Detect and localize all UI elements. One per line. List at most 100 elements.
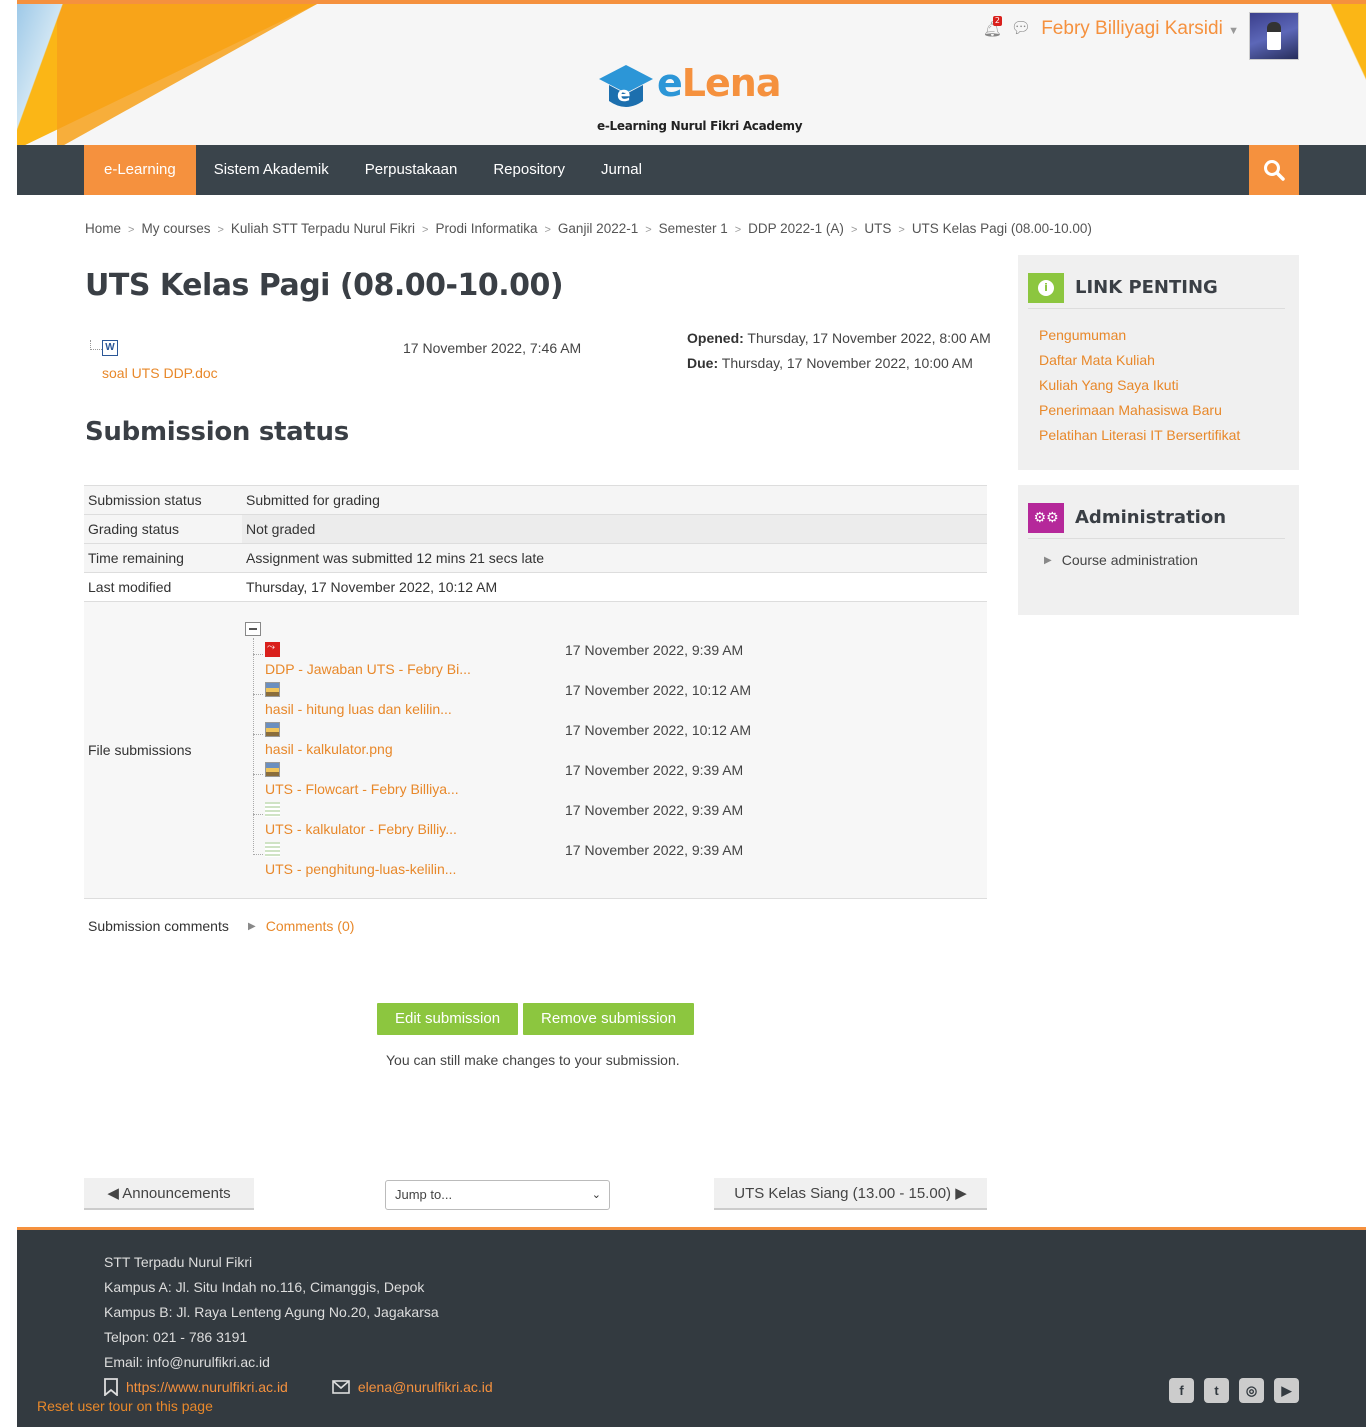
comments-link[interactable]: Comments (0): [266, 918, 355, 934]
file-link[interactable]: DDP - Jawaban UTS - Febry Bi...: [265, 661, 471, 677]
breadcrumb-my-courses[interactable]: My courses: [141, 221, 210, 239]
email-link[interactable]: elena@nurulfikri.ac.id: [332, 1378, 493, 1396]
site-logo[interactable]: e eLena e-Learning Nurul Fikri Academy: [597, 59, 803, 139]
collapse-icon[interactable]: [245, 622, 261, 636]
chevron-right-icon: >: [217, 224, 224, 236]
remove-submission-button[interactable]: Remove submission: [523, 1003, 695, 1035]
course-administration-item[interactable]: ▶ Course administration: [1044, 552, 1198, 568]
file-link[interactable]: UTS - Flowcart - Febry Billiya...: [265, 781, 459, 797]
jump-to-select[interactable]: Jump to... ⌄: [385, 1180, 610, 1210]
submission-comments: Submission comments ▶ Comments (0): [88, 918, 354, 934]
edit-submission-button[interactable]: Edit submission: [377, 1003, 519, 1035]
breadcrumb-ganjil[interactable]: Ganjil 2022-1: [558, 221, 638, 239]
breadcrumb: Home > My courses > Kuliah STT Terpadu Nur…: [85, 221, 1092, 239]
nav-item-perpustakaan[interactable]: Perpustakaan: [347, 145, 476, 195]
chevron-right-icon: >: [850, 224, 858, 236]
previous-activity-link[interactable]: ◀ Announcements: [84, 1178, 254, 1210]
comments-label: Submission comments: [88, 918, 229, 934]
sidebar-link-kuliah-yang-saya-ikuti[interactable]: Kuliah Yang Saya Ikuti: [1039, 373, 1240, 398]
row-label: Last modified: [84, 572, 242, 602]
submission-note: You can still make changes to your submi…: [386, 1052, 680, 1068]
website-link[interactable]: https://www.nurulfikri.ac.id: [104, 1378, 288, 1396]
word-document-icon: W: [102, 340, 118, 356]
footer-line: Kampus B: Jl. Raya Lenteng Agung No.20, …: [104, 1304, 439, 1320]
breadcrumb-kuliah[interactable]: Kuliah STT Terpadu Nurul Fikri: [231, 221, 415, 239]
messages-icon[interactable]: 💬︎: [1011, 18, 1031, 37]
sidebar-link-penerimaan-mahasiswa-baru[interactable]: Penerimaan Mahasiswa Baru: [1039, 398, 1240, 423]
chevron-right-icon: >: [734, 224, 742, 236]
file-link[interactable]: hasil - kalkulator.png: [265, 741, 393, 757]
block-title: LINK PENTING: [1075, 277, 1218, 298]
list-item: UTS - kalkulator - Febry Billiy... 17 No…: [253, 802, 813, 842]
file-date: 17 November 2022, 9:39 AM: [565, 802, 744, 818]
file-link[interactable]: UTS - penghitung-luas-kelilin...: [265, 861, 456, 877]
site-footer: STT Terpadu Nurul Fikri Kampus A: Jl. Si…: [17, 1227, 1366, 1427]
youtube-icon[interactable]: ▶: [1274, 1378, 1299, 1403]
chevron-right-icon: >: [422, 224, 429, 236]
file-link[interactable]: UTS - kalkulator - Febry Billiy...: [265, 821, 457, 837]
logo-text: eLena: [657, 61, 781, 105]
chevron-right-icon: >: [544, 224, 551, 236]
breadcrumb-uts[interactable]: UTS: [864, 221, 891, 239]
logo-subtitle: e-Learning Nurul Fikri Academy: [597, 119, 803, 133]
pdf-icon: [265, 642, 280, 657]
file-link[interactable]: hasil - hitung luas dan kelilin...: [265, 701, 452, 717]
file-date: 17 November 2022, 10:12 AM: [565, 722, 752, 738]
row-label: Time remaining: [84, 543, 242, 573]
expand-triangle-icon[interactable]: ▶: [248, 921, 256, 932]
nav-item-repository[interactable]: Repository: [475, 145, 583, 195]
breadcrumb-prodi[interactable]: Prodi Informatika: [435, 221, 537, 239]
expand-triangle-icon: ▶: [1044, 554, 1052, 566]
footer-line: Kampus A: Jl. Situ Indah no.116, Cimangg…: [104, 1279, 425, 1295]
nav-item-e-learning[interactable]: e-Learning: [84, 145, 196, 195]
twitter-icon[interactable]: t: [1204, 1378, 1229, 1403]
sidebar-link-pelatihan-literasi[interactable]: Pelatihan Literasi IT Bersertifikat: [1039, 423, 1240, 448]
row-label: Submission status: [84, 485, 242, 515]
nav-item-jurnal[interactable]: Jurnal: [583, 145, 660, 195]
sidebar-link-pengumuman[interactable]: Pengumuman: [1039, 323, 1240, 348]
chevron-right-icon: >: [898, 224, 905, 236]
row-label: Grading status: [84, 514, 242, 544]
block-title: Administration: [1075, 507, 1227, 528]
jump-to-value: Jump to...: [395, 1187, 453, 1202]
chevron-down-icon: ⌄: [591, 1189, 601, 1201]
chevron-right-icon: >: [128, 224, 135, 236]
due-value: Thursday, 17 November 2022, 10:00 AM: [718, 355, 973, 371]
breadcrumb-semester[interactable]: Semester 1: [659, 221, 728, 239]
banner-decoration: [17, 4, 77, 145]
svg-text:e: e: [617, 82, 631, 106]
administration-block: ⚙⚙ Administration ▶ Course administratio…: [1018, 485, 1299, 615]
text-file-icon: [265, 842, 280, 857]
sidebar-link-daftar-mata-kuliah[interactable]: Daftar Mata Kuliah: [1039, 348, 1240, 373]
table-row: Last modified Thursday, 17 November 2022…: [84, 572, 987, 602]
block-header: ⚙⚙ Administration: [1028, 497, 1285, 539]
last-modified-value: Thursday, 17 November 2022, 10:12 AM: [242, 572, 987, 602]
opened-label: Opened:: [687, 330, 744, 346]
facebook-icon[interactable]: f: [1169, 1378, 1194, 1403]
opened-value: Thursday, 17 November 2022, 8:00 AM: [743, 330, 991, 346]
avatar[interactable]: [1249, 12, 1299, 60]
list-item: hasil - kalkulator.png 17 November 2022,…: [253, 722, 813, 762]
search-icon: [1264, 160, 1285, 181]
footer-line: Email: info@nurulfikri.ac.id: [104, 1354, 270, 1370]
table-row: Time remaining Assignment was submitted …: [84, 543, 987, 573]
breadcrumb-current[interactable]: UTS Kelas Pagi (08.00-10.00): [912, 221, 1092, 239]
notifications-button[interactable]: 🔔︎ 2: [983, 16, 1002, 38]
bookmark-icon: [104, 1378, 118, 1396]
breadcrumb-home[interactable]: Home: [85, 221, 121, 239]
user-name-dropdown[interactable]: Febry Billiyagi Karsidi ▼: [1041, 18, 1239, 40]
nav-item-sistem-akademik[interactable]: Sistem Akademik: [196, 145, 347, 195]
breadcrumb-course[interactable]: DDP 2022-1 (A): [748, 221, 844, 239]
intro-file-link[interactable]: soal UTS DDP.doc: [102, 365, 218, 381]
file-submissions-tree: DDP - Jawaban UTS - Febry Bi... 17 Novem…: [245, 622, 805, 892]
search-button[interactable]: [1249, 145, 1299, 195]
footer-links: https://www.nurulfikri.ac.id elena@nurul…: [104, 1378, 493, 1396]
file-date: 17 November 2022, 10:12 AM: [565, 682, 752, 698]
next-activity-link[interactable]: UTS Kelas Siang (13.00 - 15.00) ▶: [714, 1178, 987, 1210]
reset-user-tour-link[interactable]: Reset user tour on this page: [37, 1398, 213, 1414]
file-date: 17 November 2022, 9:39 AM: [565, 842, 744, 858]
footer-line: STT Terpadu Nurul Fikri: [104, 1254, 253, 1270]
instagram-icon[interactable]: ◎: [1239, 1378, 1264, 1403]
table-row: Grading status Not graded: [84, 514, 987, 544]
link-list: Pengumuman Daftar Mata Kuliah Kuliah Yan…: [1039, 323, 1240, 448]
